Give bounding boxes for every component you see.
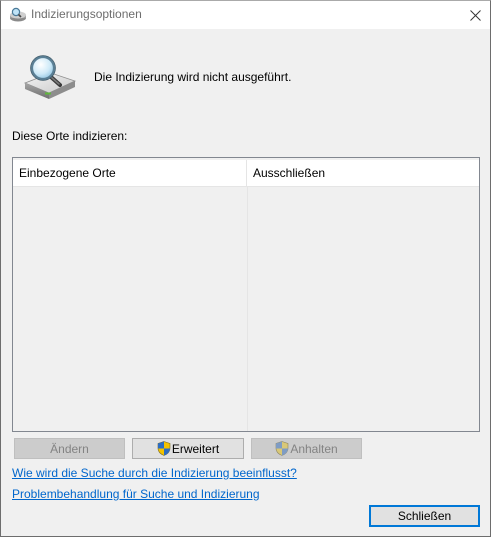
advanced-button-label: Erweitert [171, 441, 220, 456]
window-title: Indizierungsoptionen [31, 7, 142, 21]
close-button[interactable]: Schließen [369, 505, 480, 527]
uac-shield-icon [276, 441, 289, 456]
column-header-included-locations[interactable]: Einbezogene Orte [13, 160, 247, 186]
indexing-app-icon [10, 7, 26, 22]
troubleshoot-link[interactable]: Problembehandlung für Suche und Indizier… [12, 487, 260, 501]
indexed-locations-list[interactable]: Einbezogene Orte Ausschließen [12, 157, 480, 432]
indexing-status-text: Die Indizierung wird nicht ausgeführt. [94, 70, 292, 84]
close-button-label: Schließen [397, 509, 452, 523]
advanced-button[interactable]: Erweitert [132, 438, 244, 459]
pause-button-label: Anhalten [290, 441, 338, 456]
column-divider [247, 186, 248, 431]
close-icon [469, 9, 481, 21]
pause-button[interactable]: Anhalten [251, 438, 362, 459]
window-close-button[interactable] [460, 1, 490, 29]
indexing-drive-magnifier-icon [23, 55, 77, 99]
indexing-options-dialog: Indizierungsoptionen Die Indizierung wir… [0, 0, 491, 537]
indexing-help-link[interactable]: Wie wird die Suche durch die Indizierung… [12, 466, 297, 480]
list-header: Einbezogene Orte Ausschließen [13, 160, 479, 187]
change-button[interactable]: Ändern [14, 438, 125, 459]
title-bar: Indizierungsoptionen [1, 1, 490, 29]
change-button-label: Ändern [50, 441, 89, 456]
uac-shield-icon [157, 441, 171, 456]
column-header-exclude[interactable]: Ausschließen [247, 160, 479, 186]
locations-section-label: Diese Orte indizieren: [12, 129, 128, 143]
